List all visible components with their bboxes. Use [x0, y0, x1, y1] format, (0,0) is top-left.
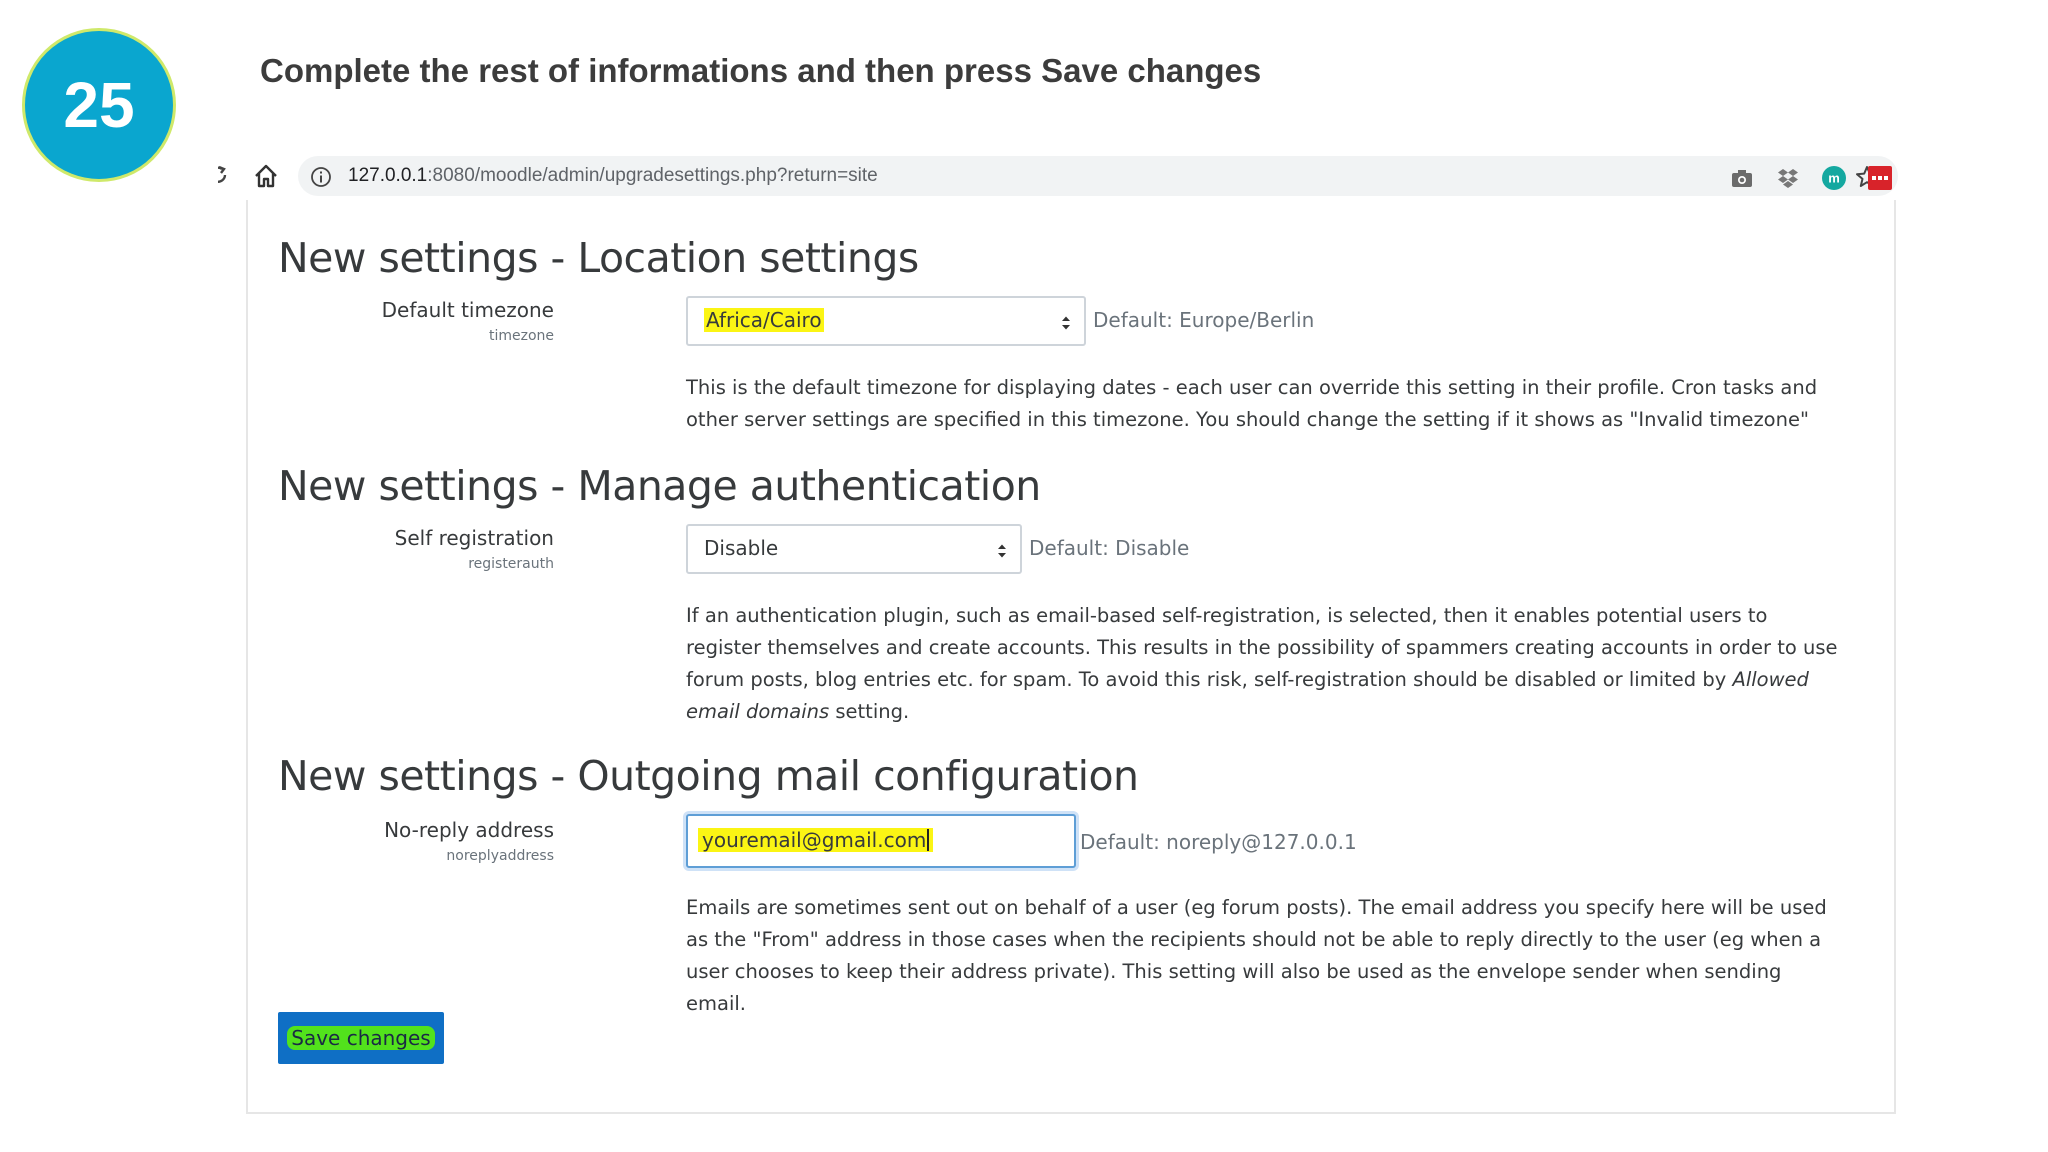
self-registration-selected-value: Disable	[704, 536, 779, 560]
reload-icon[interactable]	[218, 162, 232, 188]
location-settings-heading: New settings - Location settings	[278, 234, 919, 282]
noreply-default: Default: noreply@127.0.0.1	[1080, 830, 1357, 854]
info-icon[interactable]	[310, 166, 332, 188]
camera-icon[interactable]	[1730, 166, 1754, 190]
step-number-badge: 25	[22, 28, 176, 182]
noreply-setting-name: No-reply address	[384, 818, 554, 842]
description-text: setting.	[829, 700, 910, 723]
red-extension-icon[interactable]	[1868, 166, 1892, 190]
dropbox-icon[interactable]	[1776, 166, 1800, 190]
self-registration-label: Self registration registerauth	[395, 526, 554, 572]
noreply-description: Emails are sometimes sent out on behalf …	[686, 896, 1827, 1015]
url-path: :8080/moodle/admin/upgradesettings.php?r…	[427, 165, 878, 186]
noreply-input-value: youremail@gmail.com	[698, 828, 934, 852]
address-bar[interactable]: 127.0.0.1:8080/moodle/admin/upgradesetti…	[298, 156, 1898, 196]
timezone-select[interactable]: Africa/Cairo	[686, 296, 1086, 346]
url-host: 127.0.0.1	[348, 165, 428, 186]
self-registration-description: If an authentication plugin, such as ema…	[686, 600, 1846, 728]
select-arrows-icon	[1060, 314, 1072, 332]
timezone-setting-key: timezone	[488, 328, 554, 344]
home-icon[interactable]	[252, 162, 280, 190]
moodle-extension-icon[interactable]: m	[1822, 166, 1846, 190]
self-registration-default: Default: Disable	[1029, 536, 1190, 560]
url-text: 127.0.0.1:8080/moodle/admin/upgradesetti…	[348, 165, 878, 187]
browser-toolbar: 127.0.0.1:8080/moodle/admin/upgradesetti…	[218, 152, 1898, 200]
self-registration-setting-key: registerauth	[468, 556, 554, 572]
timezone-label: Default timezone timezone	[382, 298, 554, 344]
self-registration-setting-name: Self registration	[394, 526, 554, 550]
moodle-settings-page: New settings - Location settings Default…	[246, 200, 1896, 1114]
timezone-setting-name: Default timezone	[381, 298, 554, 322]
noreply-address-input[interactable]: youremail@gmail.com	[686, 814, 1076, 868]
svg-text:m: m	[1828, 171, 1840, 186]
noreply-address-label: No-reply address noreplyaddress	[384, 818, 554, 864]
select-arrows-icon	[996, 542, 1008, 560]
save-changes-label: Save changes	[287, 1026, 435, 1050]
timezone-selected-value: Africa/Cairo	[704, 308, 824, 332]
step-number: 25	[63, 69, 135, 141]
description-text: If an authentication plugin, such as ema…	[686, 604, 1838, 691]
self-registration-select[interactable]: Disable	[686, 524, 1022, 574]
timezone-default: Default: Europe/Berlin	[1093, 308, 1315, 332]
text-caret	[927, 829, 930, 851]
noreply-value-text: youremail@gmail.com	[702, 828, 927, 852]
noreply-setting-key: noreplyaddress	[446, 848, 554, 864]
save-changes-button[interactable]: Save changes	[278, 1012, 444, 1064]
mail-settings-heading: New settings - Outgoing mail configurati…	[278, 752, 1139, 800]
authentication-settings-heading: New settings - Manage authentication	[278, 462, 1041, 510]
slide-title: Complete the rest of informations and th…	[260, 52, 1262, 89]
timezone-value-text: Africa/Cairo	[704, 308, 824, 332]
timezone-description: This is the default timezone for display…	[686, 376, 1818, 431]
